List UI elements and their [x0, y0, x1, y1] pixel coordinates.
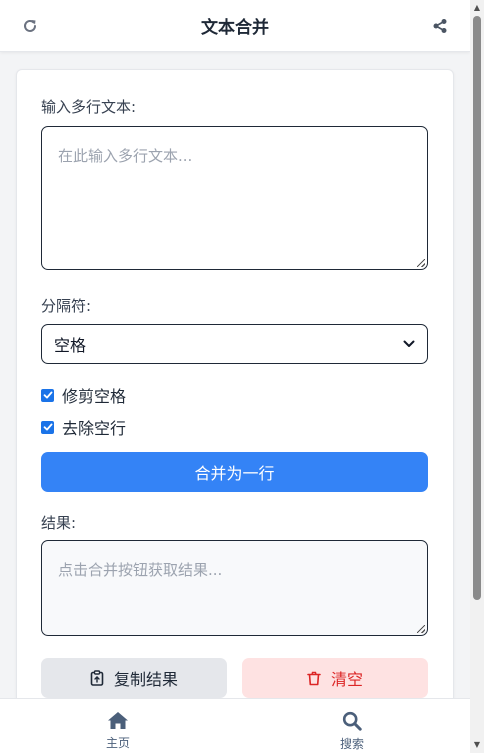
- clipboard-icon: [90, 670, 104, 686]
- nav-search-label: 搜索: [339, 737, 364, 751]
- result-label: 结果:: [41, 514, 77, 532]
- separator-select[interactable]: 空格: [41, 324, 428, 364]
- search-icon: [342, 711, 362, 731]
- refresh-icon: [24, 19, 36, 32]
- merge-button-label: 合并为一行: [194, 464, 275, 483]
- bottom-navigation: 主页 搜索: [0, 698, 470, 753]
- separator-value: 空格: [54, 336, 87, 355]
- app-root: 文本合并 输入多行文本: 在此输入多行文本... 分隔符: 空格 修剪空格 去除…: [0, 0, 484, 753]
- clear-button[interactable]: 清空: [242, 658, 428, 698]
- scrollbar-thumb[interactable]: [473, 16, 481, 600]
- input-placeholder: 在此输入多行文本...: [58, 147, 193, 165]
- remove-empty-label: 去除空行: [62, 419, 127, 438]
- resize-handle-icon[interactable]: [417, 625, 425, 633]
- remove-empty-checkbox[interactable]: [41, 420, 54, 434]
- merge-button[interactable]: 合并为一行: [41, 452, 428, 492]
- multiline-input[interactable]: 在此输入多行文本...: [41, 126, 428, 270]
- trim-label: 修剪空格: [62, 387, 127, 406]
- scroll-down-arrow-icon[interactable]: ▼: [473, 741, 481, 749]
- chevron-down-icon: [403, 340, 415, 347]
- separator-label: 分隔符:: [41, 297, 92, 315]
- nav-home[interactable]: 主页: [88, 711, 148, 751]
- trim-checkbox-row[interactable]: 修剪空格: [41, 383, 126, 407]
- remove-empty-checkbox-row[interactable]: 去除空行: [41, 415, 126, 439]
- trim-checkbox[interactable]: [41, 388, 54, 402]
- top-app-bar: 文本合并: [0, 0, 470, 52]
- scroll-up-arrow-icon[interactable]: ▲: [473, 4, 481, 12]
- result-placeholder: 点击合并按钮获取结果...: [58, 561, 223, 579]
- home-icon: [108, 712, 128, 729]
- check-icon: [43, 423, 52, 431]
- copy-result-button[interactable]: 复制结果: [41, 658, 227, 698]
- copy-result-label: 复制结果: [113, 670, 178, 689]
- share-button[interactable]: [428, 14, 452, 38]
- nav-search[interactable]: 搜索: [322, 711, 382, 752]
- check-icon: [43, 391, 52, 399]
- share-icon: [433, 19, 447, 33]
- trash-icon: [307, 671, 321, 685]
- result-output[interactable]: 点击合并按钮获取结果...: [41, 540, 428, 636]
- refresh-button[interactable]: [18, 14, 42, 38]
- page-title: 文本合并: [201, 18, 269, 38]
- resize-handle-icon[interactable]: [417, 259, 425, 267]
- input-label: 输入多行文本:: [41, 98, 137, 116]
- clear-label: 清空: [330, 670, 363, 689]
- nav-home-label: 主页: [105, 736, 130, 750]
